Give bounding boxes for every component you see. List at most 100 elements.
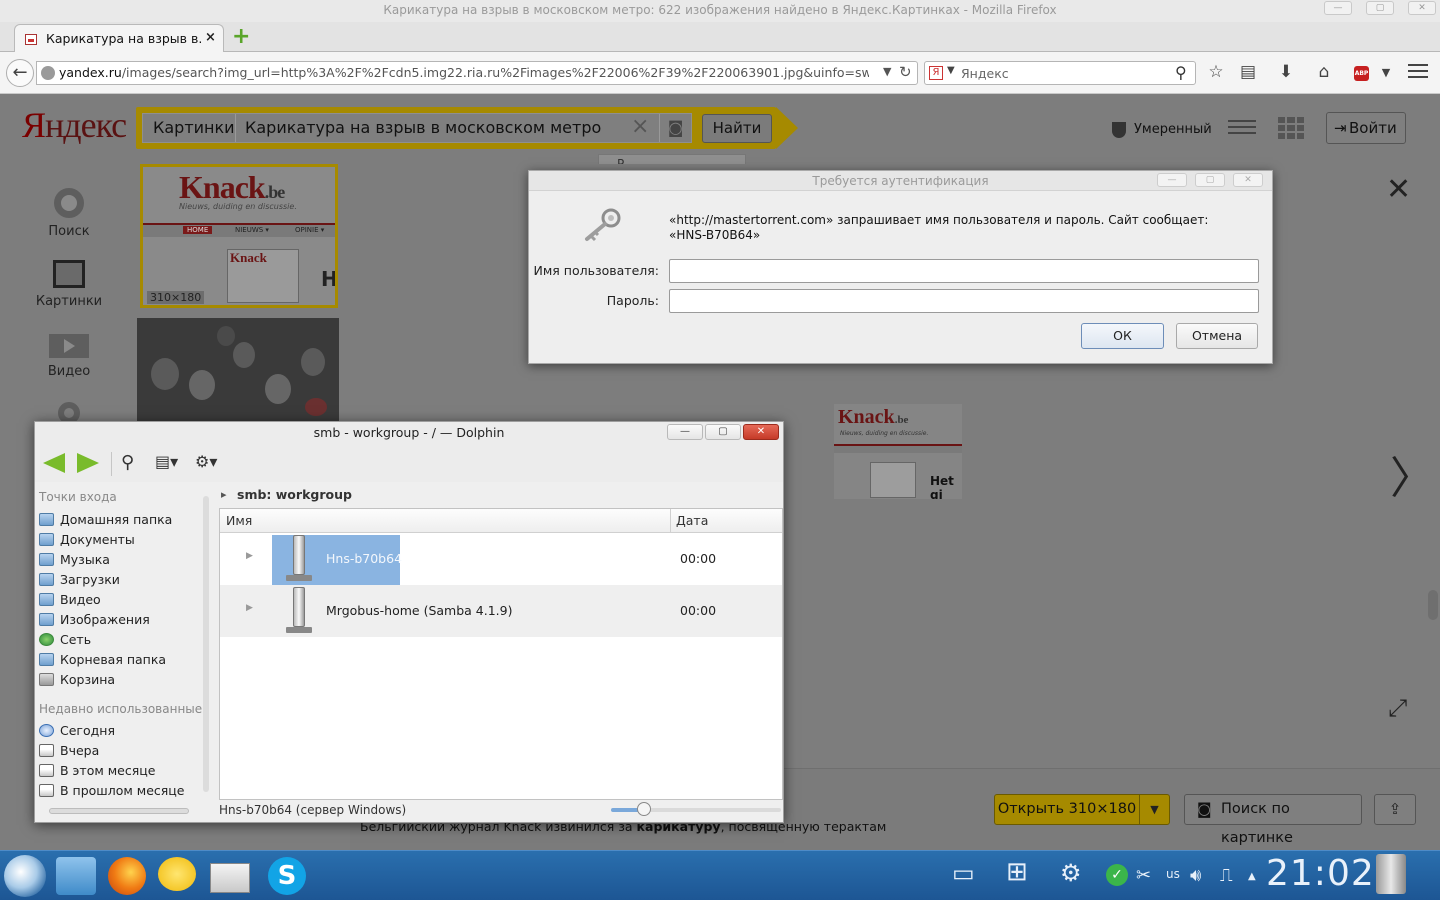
login-button[interactable]: Войти <box>1326 112 1406 144</box>
sidebar-item-pictures[interactable]: Картинки <box>0 260 138 309</box>
checkmark-icon[interactable]: ✓ <box>1106 864 1128 886</box>
desktop-grid-icon[interactable]: ⊞ <box>1006 857 1028 887</box>
file-manager-icon[interactable] <box>56 857 96 895</box>
reading-list-icon[interactable]: ▤ <box>1236 62 1260 82</box>
search-by-image-button[interactable]: Поиск по картинке <box>1184 794 1362 846</box>
tray-expand-icon[interactable]: ▲ <box>1248 871 1256 882</box>
camera-icon[interactable]: ◙ <box>659 114 691 142</box>
table-row[interactable]: ▶ Hns-b70b64 00:00 <box>220 533 782 585</box>
thumbnail-selected[interactable]: Knack.be Nieuws, duiding en discussie. H… <box>140 164 338 308</box>
folder-icon[interactable]: ▭ <box>952 859 975 887</box>
new-tab-button[interactable]: + <box>232 26 252 48</box>
sidebar-item-search[interactable]: Поиск <box>0 188 138 239</box>
place-documents[interactable]: Документы <box>39 530 199 550</box>
engine-dropdown-icon[interactable]: ▼ <box>947 65 955 76</box>
volume-icon[interactable]: 🔊︎ <box>1190 865 1201 886</box>
tab-close-icon[interactable]: × <box>205 30 216 45</box>
table-row[interactable]: ▶ Mrgobus-home (Samba 4.1.9) 00:00 <box>220 585 782 637</box>
bookmark-star-icon[interactable]: ☆ <box>1204 62 1228 82</box>
dialog-close-button[interactable]: ✕ <box>1233 173 1263 187</box>
place-trash[interactable]: Корзина <box>39 670 199 690</box>
recent-yesterday[interactable]: Вчера <box>39 741 199 761</box>
chat-icon[interactable] <box>158 857 196 891</box>
find-button[interactable]: Найти <box>702 114 772 143</box>
place-home[interactable]: Домашняя папка <box>39 510 199 530</box>
settings-icon[interactable]: ⚙▾ <box>195 452 217 471</box>
grid-view-icon[interactable] <box>1278 117 1304 139</box>
safe-search-label[interactable]: Умеренный <box>1134 122 1212 137</box>
password-field[interactable] <box>669 289 1259 313</box>
network-status-icon[interactable]: ⎍ <box>1220 865 1233 886</box>
places-hscrollbar[interactable] <box>49 808 189 814</box>
clear-icon[interactable]: × <box>631 114 649 139</box>
recent-this-month[interactable]: В этом месяце <box>39 761 199 781</box>
skype-icon[interactable]: S <box>268 857 306 895</box>
place-music[interactable]: Музыка <box>39 550 199 570</box>
column-divider[interactable] <box>670 509 671 533</box>
search-bar[interactable]: Я ▼ Яндекс ⚲ <box>924 61 1196 85</box>
expand-icon[interactable]: ⤢ <box>1388 694 1407 722</box>
dolphin-close-button[interactable]: ✕ <box>743 424 779 440</box>
back-arrow-icon[interactable] <box>43 453 65 473</box>
zoom-slider-handle[interactable] <box>637 802 651 816</box>
reload-icon[interactable]: ↻ <box>899 63 912 81</box>
home-icon[interactable]: ⌂ <box>1312 62 1336 82</box>
app-launcher-icon[interactable] <box>4 855 46 897</box>
next-arrow-icon[interactable]: 〉 <box>1390 442 1434 506</box>
back-button[interactable]: ← <box>6 59 34 87</box>
search-icon[interactable]: ⚲ <box>121 452 134 473</box>
search-icon[interactable]: ⚲ <box>1175 63 1187 82</box>
recent-today[interactable]: Сегодня <box>39 721 199 741</box>
url-text[interactable]: yandex.ru/images/search?img_url=http%3A%… <box>59 65 869 80</box>
open-image-label[interactable]: Открыть 310×180 <box>995 795 1139 824</box>
forward-arrow-icon[interactable] <box>77 453 99 473</box>
system-settings-icon[interactable]: ⚙ <box>1060 859 1082 887</box>
view-mode-icon[interactable]: ▤▾ <box>155 452 178 471</box>
page-scrollbar[interactable] <box>1428 590 1438 620</box>
close-icon[interactable]: ✕ <box>1386 172 1411 207</box>
open-image-button[interactable]: Открыть 310×180 ▼ <box>994 794 1170 825</box>
adblock-icon[interactable]: ABP <box>1354 66 1369 81</box>
share-icon[interactable]: ⇪ <box>1374 794 1416 825</box>
expand-icon[interactable]: ▶ <box>246 603 253 613</box>
minimize-button[interactable]: — <box>1324 1 1352 15</box>
place-video[interactable]: Видео <box>39 590 199 610</box>
yandex-logo[interactable]: Яндекс <box>22 104 127 146</box>
dialog-minimize-button[interactable]: — <box>1157 173 1187 187</box>
preview-image[interactable]: Knack.be Nieuws, duiding en discussie. H… <box>834 404 962 499</box>
sidebar-item-video[interactable]: Видео <box>0 334 138 379</box>
scissors-icon[interactable]: ✂ <box>1136 865 1151 886</box>
filters-icon[interactable] <box>1228 116 1256 140</box>
menu-icon[interactable] <box>1408 64 1428 80</box>
url-bar[interactable]: yandex.ru/images/search?img_url=http%3A%… <box>36 61 918 85</box>
trash-icon[interactable] <box>1376 854 1406 894</box>
place-pictures[interactable]: Изображения <box>39 610 199 630</box>
mail-icon[interactable] <box>210 863 250 893</box>
column-name[interactable]: Имя <box>226 513 252 528</box>
thumbnail-photo[interactable] <box>137 318 339 422</box>
dolphin-maximize-button[interactable]: ▢ <box>705 424 741 440</box>
url-dropdown-icon[interactable]: ▼ <box>883 65 891 78</box>
breadcrumb[interactable]: smb: workgroup <box>221 484 783 506</box>
places-scrollbar[interactable] <box>203 496 209 792</box>
keyboard-layout[interactable]: us <box>1166 867 1180 881</box>
recent-last-month[interactable]: В прошлом месяце <box>39 781 199 801</box>
ok-button[interactable]: ОК <box>1081 323 1164 349</box>
dialog-maximize-button[interactable]: ▢ <box>1195 173 1225 187</box>
maximize-button[interactable]: ▢ <box>1366 1 1394 15</box>
downloads-icon[interactable]: ⬇ <box>1274 62 1298 82</box>
search-input[interactable]: Карикатура на взрыв в московском метро <box>245 118 601 137</box>
tab-active[interactable]: Карикатура на взрыв в... × <box>14 24 224 53</box>
adblock-dropdown-icon[interactable]: ▼ <box>1374 66 1398 79</box>
place-downloads[interactable]: Загрузки <box>39 570 199 590</box>
username-field[interactable] <box>669 259 1259 283</box>
yandex-engine-icon[interactable]: Я <box>929 66 943 80</box>
dolphin-minimize-button[interactable]: — <box>667 424 703 440</box>
search-scope[interactable]: Картинки <box>153 118 235 137</box>
firefox-icon[interactable] <box>108 857 146 895</box>
chevron-down-icon[interactable]: ▼ <box>1139 795 1169 824</box>
clock[interactable]: 21:02 <box>1266 853 1375 894</box>
place-root[interactable]: Корневая папка <box>39 650 199 670</box>
expand-icon[interactable]: ▶ <box>246 551 253 561</box>
cancel-button[interactable]: Отмена <box>1176 323 1258 349</box>
